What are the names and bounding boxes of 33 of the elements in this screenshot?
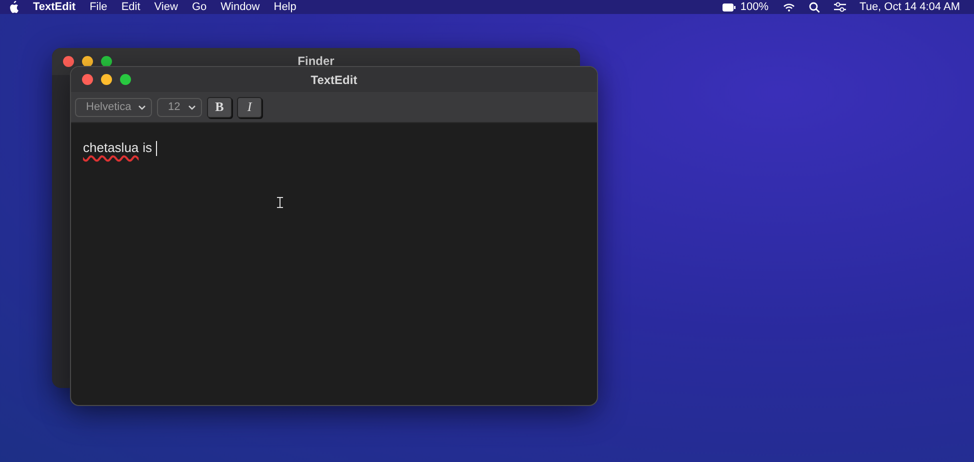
bold-button[interactable]: B xyxy=(207,96,232,118)
menu-item[interactable]: File xyxy=(90,0,108,14)
battery-icon[interactable] xyxy=(722,2,736,12)
menu-item[interactable]: Edit xyxy=(121,0,140,14)
zoom-button[interactable] xyxy=(120,74,131,85)
battery-percentage: 100% xyxy=(740,0,769,14)
italic-button[interactable]: I xyxy=(237,96,262,118)
menu-bar-clock: Tue, Oct 14 4:04 AM xyxy=(860,0,960,14)
sliders-icon[interactable] xyxy=(834,2,846,12)
wifi-icon[interactable] xyxy=(782,2,795,12)
font-dropdown[interactable]: Helvetica xyxy=(75,98,152,116)
chevron-icon xyxy=(138,104,146,110)
document-word: is xyxy=(142,139,152,157)
document-word: chetaslua xyxy=(83,139,139,157)
zoom-button[interactable] xyxy=(101,56,112,67)
close-button[interactable] xyxy=(82,74,93,85)
menu-item[interactable]: View xyxy=(154,0,178,14)
menu-item[interactable]: Go xyxy=(192,0,207,14)
window-title: Finder xyxy=(298,54,334,68)
minimize-button[interactable] xyxy=(101,74,112,85)
menu-item[interactable]: Window xyxy=(220,0,260,14)
chevron-icon xyxy=(188,104,196,110)
search-icon[interactable] xyxy=(808,2,820,12)
i-beam-cursor-icon xyxy=(277,197,283,208)
size-dropdown[interactable]: 12 xyxy=(157,98,202,116)
minimize-button[interactable] xyxy=(82,56,93,67)
document-area[interactable]: chetaslua is xyxy=(71,123,597,405)
apple-logo-icon[interactable] xyxy=(8,1,19,13)
menu-app-name[interactable]: TextEdit xyxy=(33,0,76,14)
window-title: TextEdit xyxy=(310,72,358,86)
close-button[interactable] xyxy=(63,56,74,67)
text-cursor xyxy=(156,140,158,156)
menu-item[interactable]: Help xyxy=(274,0,296,14)
